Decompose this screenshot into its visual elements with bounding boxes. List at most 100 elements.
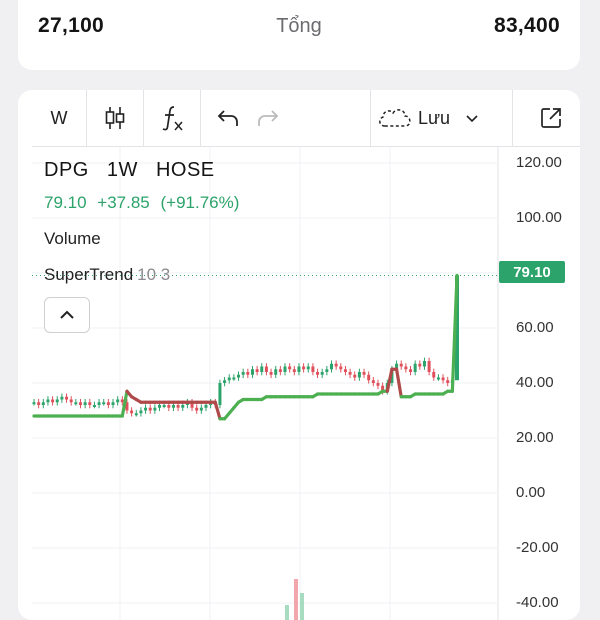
candle-body — [446, 380, 450, 383]
candle-body — [376, 383, 380, 386]
redo-button[interactable] — [248, 90, 288, 146]
candle-body — [153, 407, 157, 411]
candle-body — [288, 366, 292, 370]
candle-body — [278, 369, 282, 372]
candle-body — [292, 369, 296, 372]
candle-body — [255, 369, 259, 372]
y-tick-label: -40.00 — [516, 594, 559, 611]
candle-body — [311, 366, 315, 372]
candle-body — [92, 405, 96, 407]
chart-toolbar: W Lưu — [32, 90, 580, 147]
candle-body — [223, 380, 227, 383]
chevron-down-icon — [466, 115, 478, 123]
popout-icon — [541, 108, 561, 128]
candle-body — [111, 402, 115, 405]
legend-symbol: DPG — [44, 159, 89, 181]
candle-body — [264, 366, 268, 372]
candle-body — [343, 369, 347, 372]
chart-area[interactable]: DPG 1W HOSE 79.10 +37.85 (+91.76%) Volum… — [32, 147, 580, 620]
candle-body — [237, 374, 241, 378]
y-tick-label: 0.00 — [516, 484, 546, 501]
candle-body — [241, 372, 245, 375]
candle-body — [334, 363, 338, 367]
toolbar-divider — [370, 90, 371, 146]
candle-body — [297, 366, 301, 372]
legend-interval: 1W — [106, 159, 138, 181]
candle-body — [250, 369, 254, 375]
collapse-legend-button[interactable] — [44, 297, 90, 333]
candle-body — [353, 374, 357, 378]
candle-body — [427, 361, 431, 372]
candle-body — [130, 410, 134, 414]
candle-body — [357, 372, 361, 378]
candle-body — [362, 372, 366, 375]
candle-body — [204, 405, 208, 408]
legend-title: DPG 1W HOSE — [44, 159, 215, 182]
y-tick-label: 120.00 — [516, 154, 562, 171]
price-chart[interactable] — [32, 147, 580, 620]
y-tick-label: 20.00 — [516, 429, 554, 446]
chart-card: W Lưu DPG 1W HOSE 79.10 +37.85 (+91.76%)… — [18, 90, 580, 620]
candle-body — [441, 377, 445, 381]
candle-body — [41, 402, 45, 405]
candle-body — [316, 372, 320, 375]
undo-button[interactable] — [208, 90, 248, 146]
toolbar-divider — [512, 90, 513, 146]
indicator-args: 10 3 — [137, 265, 171, 284]
candle-body — [116, 399, 120, 403]
chart-type-button[interactable] — [87, 90, 143, 146]
candle-body — [51, 399, 55, 403]
candle-body — [195, 407, 199, 411]
candle-body — [329, 363, 333, 370]
volume-bar — [300, 593, 304, 620]
save-label: Lưu — [418, 107, 451, 128]
legend-price-row: 79.10 +37.85 (+91.76%) — [44, 193, 239, 213]
indicators-button[interactable] — [144, 90, 200, 146]
summary-right-value: 83,400 — [493, 14, 560, 37]
indicator-name: SuperTrend — [44, 265, 134, 284]
candle-body — [162, 405, 166, 407]
candle-body — [227, 377, 231, 381]
candle-body — [83, 402, 87, 405]
candle-body — [46, 399, 50, 403]
interval-button[interactable]: W — [32, 90, 86, 146]
candle-body — [199, 407, 203, 411]
candles-icon — [105, 107, 125, 129]
chevron-up-icon — [60, 310, 74, 319]
candle-body — [246, 372, 250, 375]
candle-body — [181, 405, 185, 408]
candle-body — [274, 369, 278, 375]
candle-body — [367, 374, 371, 381]
y-tick-label: -20.00 — [516, 539, 559, 556]
candle-body — [167, 405, 171, 408]
candle-body — [78, 402, 82, 405]
toolbar-divider — [200, 90, 201, 146]
legend-volume[interactable]: Volume — [44, 229, 101, 249]
candle-body — [65, 396, 69, 400]
candle-body — [404, 366, 408, 370]
legend-supertrend[interactable]: SuperTrend 10 3 — [44, 265, 170, 285]
candle-body — [139, 410, 143, 414]
candle-body — [158, 405, 162, 408]
candle-body — [37, 402, 41, 405]
candle-body — [283, 366, 287, 372]
candle-body — [60, 396, 64, 400]
candle-body — [432, 372, 436, 378]
candle-body — [148, 407, 152, 411]
candle-body — [69, 399, 73, 403]
candle-body — [306, 366, 310, 370]
popout-button[interactable] — [522, 90, 580, 146]
candle-body — [348, 372, 352, 375]
volume-bar — [285, 605, 289, 620]
candle-body — [320, 372, 324, 375]
y-tick-label: 40.00 — [516, 374, 554, 391]
undo-icon — [217, 110, 238, 126]
candle-body — [55, 399, 59, 403]
candle-body — [399, 363, 403, 367]
candle-body — [176, 405, 180, 408]
legend-price: 79.10 — [44, 193, 87, 212]
candle-body — [269, 372, 273, 375]
save-button[interactable]: Lưu — [376, 90, 506, 146]
candle-body — [418, 363, 422, 367]
candle-body — [260, 366, 264, 372]
